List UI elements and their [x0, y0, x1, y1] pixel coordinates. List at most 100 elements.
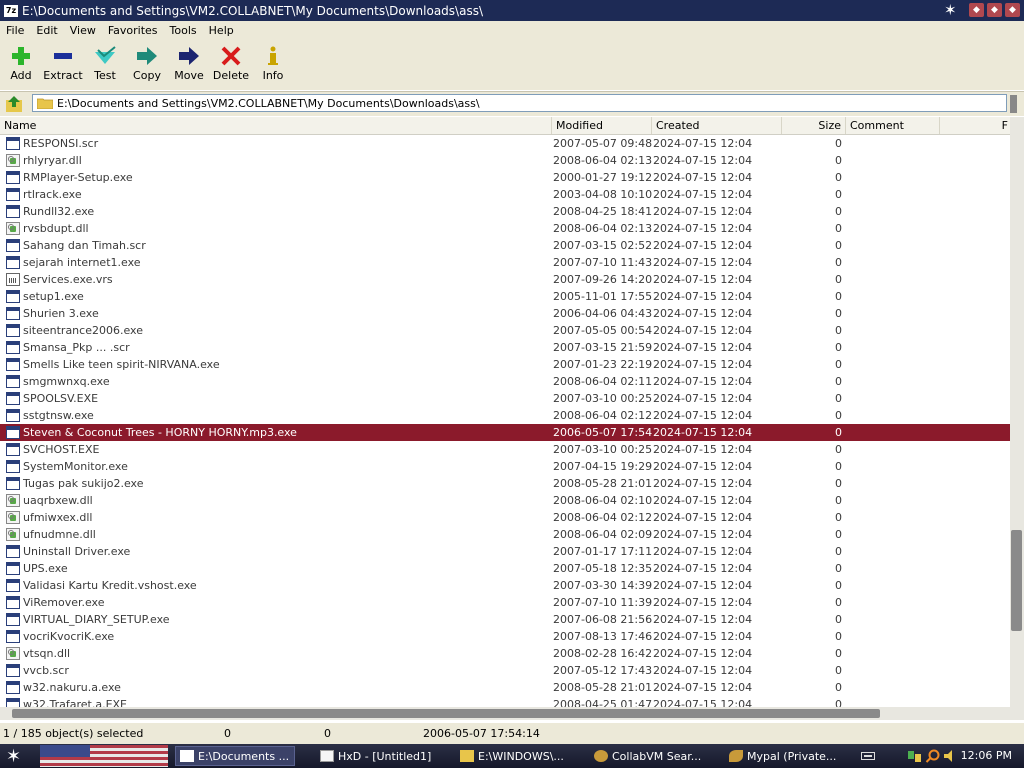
- file-created: 2024-07-15 12:04: [653, 528, 753, 541]
- table-row[interactable]: Smansa_Pkp ... .scr 2007-03-15 21:59 2024-…: [0, 339, 1010, 356]
- task-collabvm[interactable]: CollabVM Sear...: [590, 746, 715, 766]
- table-row-selected[interactable]: Steven & Coconut Trees - HORNY HORNY.mp3…: [0, 424, 1010, 441]
- table-row[interactable]: rvsbdupt.dll 2008-06-04 02:13 2024-07-15 1…: [0, 220, 1010, 237]
- table-row[interactable]: Uninstall Driver.exe 2007-01-17 17:11 2024…: [0, 543, 1010, 560]
- table-row[interactable]: w32.Trafaret.a.EXE 2008-04-25 01:47 2024-0…: [0, 696, 1010, 707]
- table-row[interactable]: Tugas pak sukijo2.exe 2008-05-28 21:01 202…: [0, 475, 1010, 492]
- table-row[interactable]: vtsqn.dll 2008-02-28 16:42 2024-07-15 12:0…: [0, 645, 1010, 662]
- file-created: 2024-07-15 12:04: [653, 460, 753, 473]
- table-row[interactable]: siteentrance2006.exe 2007-05-05 00:54 2024…: [0, 322, 1010, 339]
- column-header-extra[interactable]: F: [940, 117, 1010, 134]
- table-row[interactable]: SPOOLSV.EXE 2007-03-10 00:25 2024-07-15 12…: [0, 390, 1010, 407]
- star-icon[interactable]: ✶: [944, 1, 957, 19]
- move-label: Move: [174, 69, 204, 82]
- file-modified: 2008-05-28 21:01: [553, 681, 653, 694]
- table-row[interactable]: uaqrbxew.dll 2008-06-04 02:10 2024-07-15 1…: [0, 492, 1010, 509]
- column-header-name[interactable]: Name: [0, 117, 552, 134]
- table-row[interactable]: Rundll32.exe 2008-04-25 18:41 2024-07-15 1…: [0, 203, 1010, 220]
- search-icon[interactable]: [925, 749, 941, 763]
- menu-view[interactable]: View: [64, 24, 102, 37]
- start-star-icon[interactable]: ✶: [6, 746, 21, 767]
- table-row[interactable]: ufnudmne.dll 2008-06-04 02:09 2024-07-15 1…: [0, 526, 1010, 543]
- column-header-modified[interactable]: Modified: [552, 117, 652, 134]
- status-datetime: 2006-05-07 17:54:14: [423, 727, 540, 740]
- file-created: 2024-07-15 12:04: [653, 290, 753, 303]
- minimize-button[interactable]: ◆: [969, 3, 984, 17]
- table-row[interactable]: smgmwnxq.exe 2008-06-04 02:11 2024-07-15 1…: [0, 373, 1010, 390]
- table-row[interactable]: SystemMonitor.exe 2007-04-15 19:29 2024-07…: [0, 458, 1010, 475]
- dll-file-icon: [6, 154, 20, 167]
- file-name: RMPlayer-Setup.exe: [23, 171, 133, 184]
- file-created: 2024-07-15 12:04: [653, 188, 753, 201]
- file-size: 0: [835, 596, 842, 609]
- file-modified: 2005-11-01 17:55: [553, 290, 653, 303]
- vertical-scroll-thumb[interactable]: [1011, 530, 1022, 631]
- task-mypal[interactable]: Mypal (Private...: [725, 746, 847, 766]
- column-header-comment[interactable]: Comment: [846, 117, 940, 134]
- file-modified: 2000-01-27 19:12: [553, 171, 653, 184]
- table-row[interactable]: rhlyryar.dll 2008-06-04 02:13 2024-07-15 1…: [0, 152, 1010, 169]
- menu-help[interactable]: Help: [203, 24, 240, 37]
- add-button[interactable]: Add: [0, 40, 42, 88]
- delete-label: Delete: [212, 69, 250, 82]
- extract-button[interactable]: Extract: [42, 40, 84, 88]
- table-row[interactable]: Smells Like teen spirit-NIRVANA.exe 2007-…: [0, 356, 1010, 373]
- menu-favorites[interactable]: Favorites: [102, 24, 164, 37]
- vertical-scrollbar[interactable]: [1010, 117, 1024, 707]
- file-created: 2024-07-15 12:04: [653, 426, 753, 439]
- info-button[interactable]: Info: [252, 40, 294, 88]
- file-modified: 2007-05-18 12:35: [553, 562, 653, 575]
- table-row[interactable]: UPS.exe 2007-05-18 12:35 2024-07-15 12:04 0: [0, 560, 1010, 577]
- file-name: Tugas pak sukijo2.exe: [23, 477, 144, 490]
- task-7zip[interactable]: E:\Documents ...: [175, 746, 295, 766]
- copy-button[interactable]: Copy: [126, 40, 168, 88]
- file-size: 0: [835, 460, 842, 473]
- horizontal-scroll-thumb[interactable]: [12, 709, 880, 718]
- address-dropdown-grip[interactable]: [1010, 95, 1017, 113]
- column-header-created[interactable]: Created: [652, 117, 782, 134]
- keyboard-icon[interactable]: [861, 751, 875, 761]
- table-row[interactable]: VIRTUAL_DIARY_SETUP.exe 2007-06-08 21:56 2…: [0, 611, 1010, 628]
- table-row[interactable]: sstgtnsw.exe 2008-06-04 02:12 2024-07-15 1…: [0, 407, 1010, 424]
- table-row[interactable]: Services.exe.vrs 2007-09-26 14:20 2024-07-…: [0, 271, 1010, 288]
- up-folder-icon[interactable]: [5, 95, 23, 113]
- move-button[interactable]: Move: [168, 40, 210, 88]
- delete-button[interactable]: Delete: [210, 40, 252, 88]
- file-size: 0: [835, 188, 842, 201]
- table-row[interactable]: w32.nakuru.a.exe 2008-05-28 21:01 2024-07-…: [0, 679, 1010, 696]
- file-size: 0: [835, 494, 842, 507]
- horizontal-scrollbar[interactable]: [0, 707, 1024, 720]
- table-row[interactable]: vocriKvocriK.exe 2007-08-13 17:46 2024-07-…: [0, 628, 1010, 645]
- task-label: Mypal (Private...: [747, 749, 837, 763]
- exe-file-icon: [6, 256, 20, 269]
- test-button[interactable]: Test: [84, 40, 126, 88]
- file-size: 0: [835, 647, 842, 660]
- exe-file-icon: [6, 664, 20, 677]
- network-icon[interactable]: [907, 749, 923, 763]
- audio-icon[interactable]: [943, 749, 959, 763]
- menu-file[interactable]: File: [0, 24, 30, 37]
- menu-tools[interactable]: Tools: [164, 24, 203, 37]
- table-row[interactable]: Validasi Kartu Kredit.vshost.exe 2007-03-…: [0, 577, 1010, 594]
- maximize-button[interactable]: ◆: [987, 3, 1002, 17]
- table-row[interactable]: ufmiwxex.dll 2008-06-04 02:12 2024-07-15 1…: [0, 509, 1010, 526]
- table-row[interactable]: sejarah internet1.exe 2007-07-10 11:43 202…: [0, 254, 1010, 271]
- task-windows-folder[interactable]: E:\WINDOWS\...: [456, 746, 576, 766]
- table-row[interactable]: RESPONSI.scr 2007-05-07 09:48 2024-07-15 1…: [0, 135, 1010, 152]
- file-name: SystemMonitor.exe: [23, 460, 128, 473]
- table-row[interactable]: SVCHOST.EXE 2007-03-10 00:25 2024-07-15 12…: [0, 441, 1010, 458]
- table-row[interactable]: Shurien 3.exe 2006-04-06 04:43 2024-07-15 …: [0, 305, 1010, 322]
- task-hxd[interactable]: HxD - [Untitled1]: [316, 746, 456, 766]
- table-row[interactable]: Sahang dan Timah.scr 2007-03-15 02:52 2024…: [0, 237, 1010, 254]
- address-field[interactable]: E:\Documents and Settings\VM2.COLLABNET\…: [32, 94, 1007, 112]
- menu-edit[interactable]: Edit: [30, 24, 63, 37]
- column-header-size[interactable]: Size: [782, 117, 846, 134]
- table-row[interactable]: RMPlayer-Setup.exe 2000-01-27 19:12 2024-0…: [0, 169, 1010, 186]
- table-row[interactable]: vvcb.scr 2007-05-12 17:43 2024-07-15 12:04…: [0, 662, 1010, 679]
- file-modified: 2003-04-08 10:10: [553, 188, 653, 201]
- table-row[interactable]: setup1.exe 2005-11-01 17:55 2024-07-15 12:…: [0, 288, 1010, 305]
- status-packed-size: 0: [324, 727, 331, 740]
- table-row[interactable]: rtlrack.exe 2003-04-08 10:10 2024-07-15 12…: [0, 186, 1010, 203]
- table-row[interactable]: ViRemover.exe 2007-07-10 11:39 2024-07-15 …: [0, 594, 1010, 611]
- close-button[interactable]: ◆: [1005, 3, 1020, 17]
